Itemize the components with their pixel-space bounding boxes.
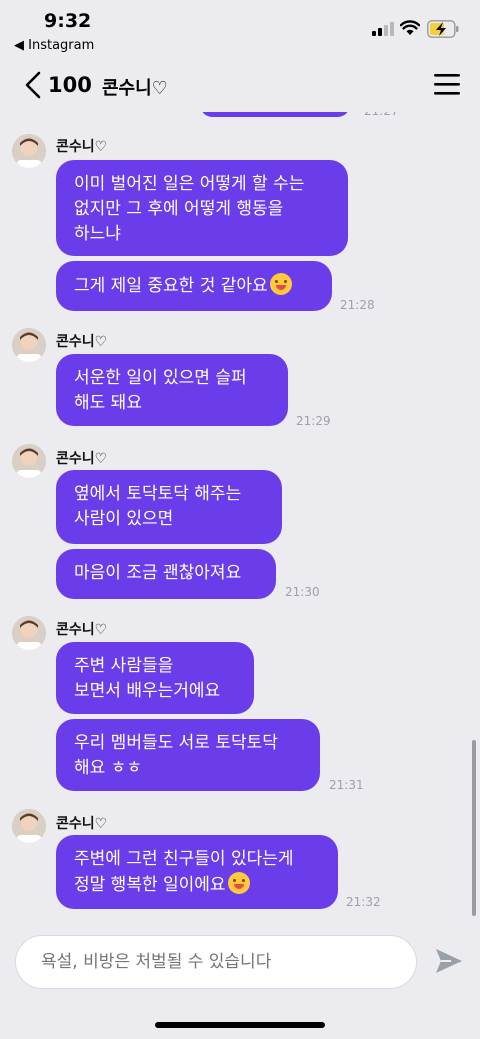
send-icon[interactable] xyxy=(434,946,464,976)
message-bubble[interactable]: 옆에서 토닥토닥 해주는 사람이 있으면 xyxy=(56,470,282,544)
sender-name: 콘수니♡ xyxy=(56,451,108,467)
hamburger-menu-icon[interactable] xyxy=(434,72,460,96)
cellular-signal-icon xyxy=(372,22,394,36)
smiling-face-with-hand-over-mouth-icon xyxy=(269,273,292,295)
message-bubble[interactable]: 이미 벌어진 일은 어떻게 할 수는 없지만 그 후에 어떻게 행동을 하느냐 xyxy=(56,160,348,256)
message-time: 21:29 xyxy=(296,414,331,428)
message-bubble[interactable]: 서운한 일이 있으면 슬퍼 해도 돼요 xyxy=(56,354,288,426)
message-time: 21:28 xyxy=(340,298,375,312)
profile-photo-icon xyxy=(12,616,46,650)
avatar[interactable] xyxy=(12,444,46,478)
back-chevron-icon[interactable] xyxy=(22,70,44,100)
message-text: 주변에 그런 친구들이 있다는게 정말 행복한 일이에요 xyxy=(74,849,294,895)
avatar[interactable] xyxy=(12,809,46,843)
avatar[interactable] xyxy=(12,328,46,362)
message-bubble[interactable]: 주변에 그런 친구들이 있다는게 정말 행복한 일이에요 xyxy=(56,835,338,909)
previous-message-bubble xyxy=(200,112,350,117)
sender-name: 콘수니♡ xyxy=(56,334,108,350)
message-list[interactable]: 21:27 콘수니♡ 이미 벌어진 일은 어떻게 할 수는 없지만 그 후에 어… xyxy=(0,112,480,924)
composer xyxy=(0,924,480,1039)
status-time: 9:32 xyxy=(44,10,92,32)
unread-count[interactable]: 100 xyxy=(48,73,92,97)
message-input[interactable] xyxy=(15,935,417,989)
profile-photo-icon xyxy=(12,328,46,362)
message-bubble[interactable]: 마음이 조금 괜찮아져요 xyxy=(56,549,276,599)
profile-photo-icon xyxy=(12,444,46,478)
message-bubble[interactable]: 그게 제일 중요한 것 같아요 xyxy=(56,261,332,311)
wifi-icon xyxy=(400,20,420,35)
avatar[interactable] xyxy=(12,616,46,650)
profile-photo-icon xyxy=(12,134,46,168)
status-bar: 9:32 ◀ Instagram xyxy=(0,0,480,60)
scrollbar[interactable] xyxy=(472,740,476,916)
message-time: 21:32 xyxy=(346,895,381,909)
battery-charging-icon xyxy=(427,20,459,38)
back-to-app-link[interactable]: ◀ Instagram xyxy=(14,38,94,53)
chat-title: 콘수니♡ xyxy=(102,78,168,99)
home-indicator xyxy=(155,1022,325,1028)
previous-message-time: 21:27 xyxy=(364,112,399,118)
profile-photo-icon xyxy=(12,809,46,843)
chat-header: 100 콘수니♡ xyxy=(0,60,480,112)
sender-name: 콘수니♡ xyxy=(56,139,108,155)
message-time: 21:30 xyxy=(285,585,320,599)
message-time: 21:31 xyxy=(329,778,364,792)
message-bubble[interactable]: 우리 멤버들도 서로 토닥토닥 해요 ㅎㅎ xyxy=(56,719,320,791)
message-bubble[interactable]: 주변 사람들을 보면서 배우는거에요 xyxy=(56,642,254,714)
message-text: 그게 제일 중요한 것 같아요 xyxy=(74,276,268,296)
sender-name: 콘수니♡ xyxy=(56,816,108,832)
smiling-face-with-hearts-icon xyxy=(227,872,250,894)
sender-name: 콘수니♡ xyxy=(56,622,108,638)
avatar[interactable] xyxy=(12,134,46,168)
